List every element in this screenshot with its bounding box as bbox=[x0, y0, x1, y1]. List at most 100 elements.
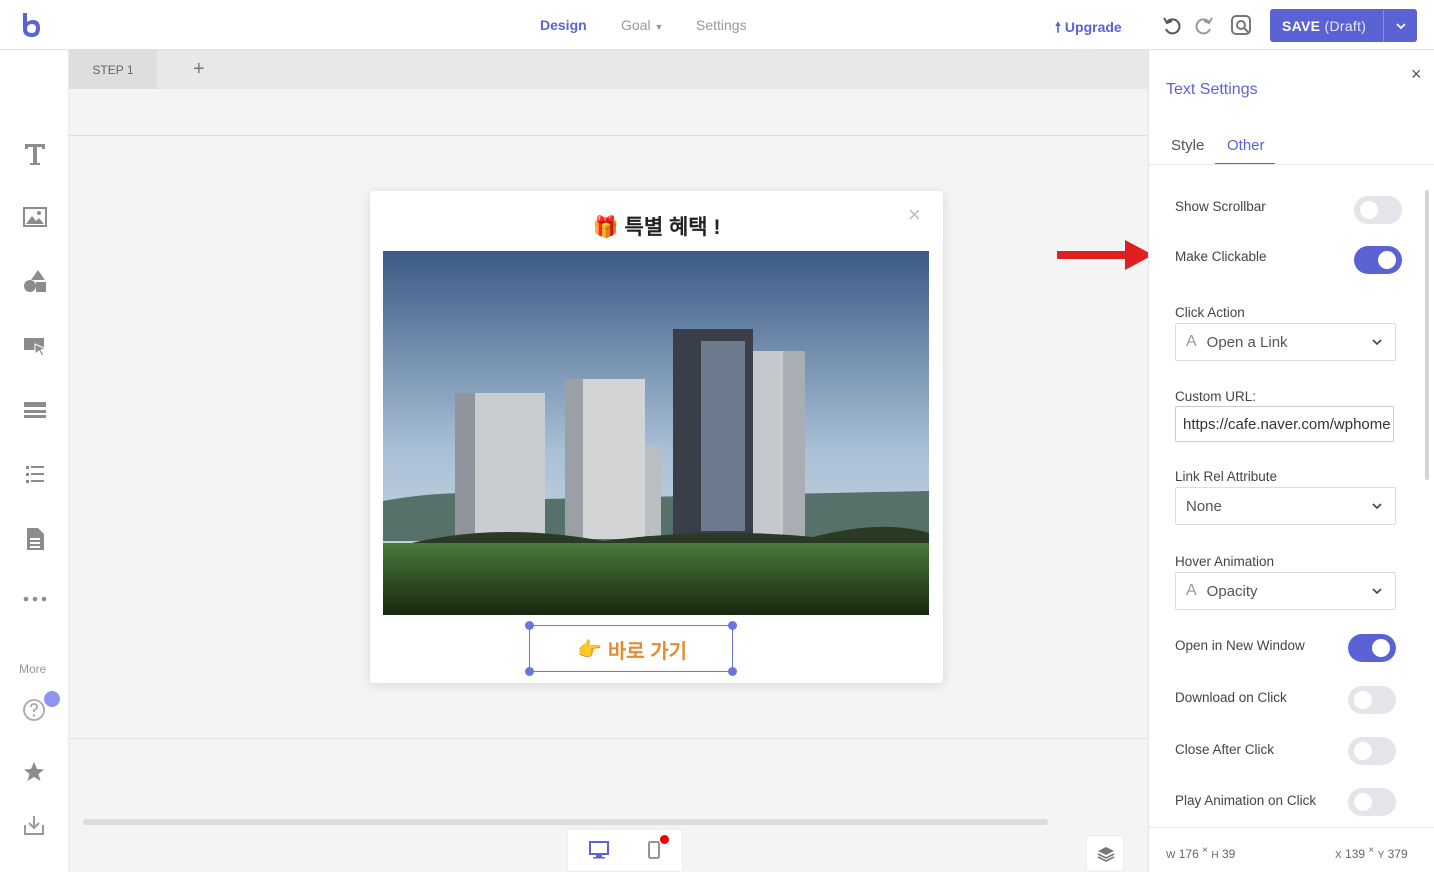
popup-canvas[interactable]: 🎁 특별 혜택 ! × 👉 바로 가기 bbox=[370, 191, 943, 683]
panel-scrollbar[interactable] bbox=[1425, 190, 1429, 480]
step-bar bbox=[69, 50, 1148, 89]
upgrade-label: Upgrade bbox=[1064, 19, 1122, 35]
nav-settings[interactable]: Settings bbox=[696, 17, 747, 33]
show-scrollbar-toggle[interactable] bbox=[1354, 196, 1402, 224]
canvas-guide-bottom bbox=[69, 738, 1148, 739]
hover-animation-label: Hover Animation bbox=[1175, 554, 1275, 569]
star-icon[interactable] bbox=[22, 760, 46, 784]
more-label[interactable]: More bbox=[19, 662, 46, 676]
download-on-click-toggle[interactable] bbox=[1348, 686, 1396, 714]
click-action-value: Open a Link bbox=[1206, 333, 1288, 351]
download-icon[interactable] bbox=[22, 813, 46, 837]
desktop-icon[interactable] bbox=[589, 841, 609, 859]
caret-down-icon: ▼ bbox=[654, 22, 664, 32]
x-label: X bbox=[1335, 850, 1342, 861]
help-icon[interactable] bbox=[22, 698, 46, 722]
link-rel-label: Link Rel Attribute bbox=[1175, 469, 1278, 484]
click-action-label: Click Action bbox=[1175, 305, 1245, 320]
popup-title-text: 특별 혜택 ! bbox=[624, 216, 721, 239]
custom-url-label: Custom URL: bbox=[1175, 389, 1257, 404]
resize-handle[interactable] bbox=[525, 667, 534, 676]
close-after-click-toggle[interactable] bbox=[1348, 737, 1396, 765]
open-new-window-toggle[interactable] bbox=[1348, 634, 1396, 662]
play-animation-label: Play Animation on Click bbox=[1175, 793, 1317, 808]
text-type-icon: A bbox=[1186, 582, 1197, 599]
link-rel-select[interactable]: None bbox=[1175, 487, 1396, 525]
custom-url-input[interactable]: https://cafe.naver.com/wphome bbox=[1175, 406, 1394, 442]
step-tab[interactable]: STEP 1 bbox=[69, 50, 157, 89]
panel-title: Text Settings bbox=[1166, 81, 1258, 98]
make-clickable-label: Make Clickable bbox=[1175, 249, 1267, 264]
save-dropdown[interactable] bbox=[1383, 9, 1417, 42]
popup-close-button[interactable]: × bbox=[908, 202, 921, 228]
save-label: SAVE (Draft) bbox=[1270, 18, 1383, 34]
layers-button[interactable] bbox=[1086, 835, 1124, 871]
width-label: W bbox=[1166, 850, 1176, 861]
pointing-hand-icon: 👉 bbox=[576, 639, 602, 661]
chevron-down-icon bbox=[1372, 588, 1382, 595]
play-animation-toggle[interactable] bbox=[1348, 788, 1396, 816]
tab-style[interactable]: Style bbox=[1171, 137, 1204, 154]
text-settings-panel: Text Settings × Style Other Show Scrollb… bbox=[1148, 50, 1434, 872]
x-value: 139 bbox=[1345, 847, 1366, 861]
hover-animation-select[interactable]: A Opacity bbox=[1175, 572, 1396, 610]
mobile-icon[interactable] bbox=[648, 841, 660, 859]
button-tool-icon[interactable] bbox=[22, 333, 48, 359]
upgrade-link[interactable]: 🠕 Upgrade bbox=[1055, 17, 1122, 41]
resize-handle[interactable] bbox=[728, 667, 737, 676]
download-on-click-label: Download on Click bbox=[1175, 690, 1287, 705]
more-dots-icon[interactable] bbox=[22, 592, 48, 606]
hover-animation-value: Opacity bbox=[1206, 582, 1258, 600]
chevron-down-icon bbox=[1372, 503, 1382, 510]
chevron-down-icon bbox=[1372, 339, 1382, 346]
left-toolbar: More bbox=[0, 50, 69, 872]
horizontal-scrollbar[interactable] bbox=[83, 819, 1048, 825]
gift-icon: 🎁 bbox=[592, 216, 619, 239]
popup-title[interactable]: 🎁 특별 혜택 ! bbox=[370, 211, 943, 241]
undo-icon[interactable] bbox=[1161, 14, 1183, 36]
close-after-click-label: Close After Click bbox=[1175, 742, 1275, 757]
make-clickable-toggle[interactable] bbox=[1354, 246, 1402, 274]
list-tool-icon[interactable] bbox=[22, 461, 48, 487]
panel-close-button[interactable]: × bbox=[1411, 64, 1422, 85]
dimensions-footer: W 176 × H 39 X 139 × Y 379 bbox=[1149, 827, 1434, 872]
position-separator: × bbox=[1368, 845, 1375, 856]
form-tool-icon[interactable] bbox=[22, 526, 48, 552]
resize-handle[interactable] bbox=[525, 621, 534, 630]
cta-button[interactable]: 👉 바로 가기 bbox=[530, 626, 734, 673]
redo-icon[interactable] bbox=[1193, 14, 1215, 36]
tabs-divider bbox=[1149, 164, 1434, 165]
resize-handle[interactable] bbox=[728, 621, 737, 630]
tab-other[interactable]: Other bbox=[1227, 137, 1265, 154]
shapes-tool-icon[interactable] bbox=[22, 268, 48, 294]
y-label: Y bbox=[1377, 850, 1385, 861]
arrow-up-icon: 🠕 bbox=[1055, 19, 1062, 35]
layers-icon bbox=[1097, 847, 1115, 862]
save-button[interactable]: SAVE (Draft) bbox=[1270, 9, 1417, 42]
click-action-select[interactable]: A Open a Link bbox=[1175, 323, 1396, 361]
position-readout: X 139 × Y 379 bbox=[1335, 845, 1408, 861]
notification-dot bbox=[44, 691, 60, 707]
text-tool-icon[interactable] bbox=[22, 141, 48, 167]
preview-icon[interactable] bbox=[1230, 14, 1252, 36]
nav-goal[interactable]: Goal ▼ bbox=[621, 17, 663, 33]
save-text: SAVE bbox=[1282, 17, 1321, 34]
canvas-guide-top bbox=[69, 135, 1148, 136]
apartment-photo[interactable] bbox=[383, 251, 929, 615]
add-step-button[interactable]: + bbox=[193, 58, 205, 81]
red-arrow-annotation bbox=[1057, 240, 1153, 270]
divider-tool-icon[interactable] bbox=[22, 397, 48, 423]
height-label: H bbox=[1211, 850, 1219, 861]
cta-button-label: 바로 가기 bbox=[607, 641, 688, 663]
chevron-down-icon bbox=[1395, 22, 1406, 29]
device-switcher bbox=[567, 829, 683, 872]
size-separator: × bbox=[1202, 845, 1209, 856]
cta-button-selected[interactable]: 👉 바로 가기 bbox=[525, 621, 737, 676]
brand-logo[interactable] bbox=[20, 12, 42, 38]
image-tool-icon[interactable] bbox=[22, 204, 48, 230]
open-new-window-label: Open in New Window bbox=[1175, 638, 1305, 653]
nav-design[interactable]: Design bbox=[540, 17, 587, 33]
text-type-icon: A bbox=[1186, 333, 1197, 350]
save-state: (Draft) bbox=[1324, 17, 1367, 34]
top-bar: Design Goal ▼ Settings 🠕 Upgrade SAVE (D… bbox=[0, 0, 1434, 50]
